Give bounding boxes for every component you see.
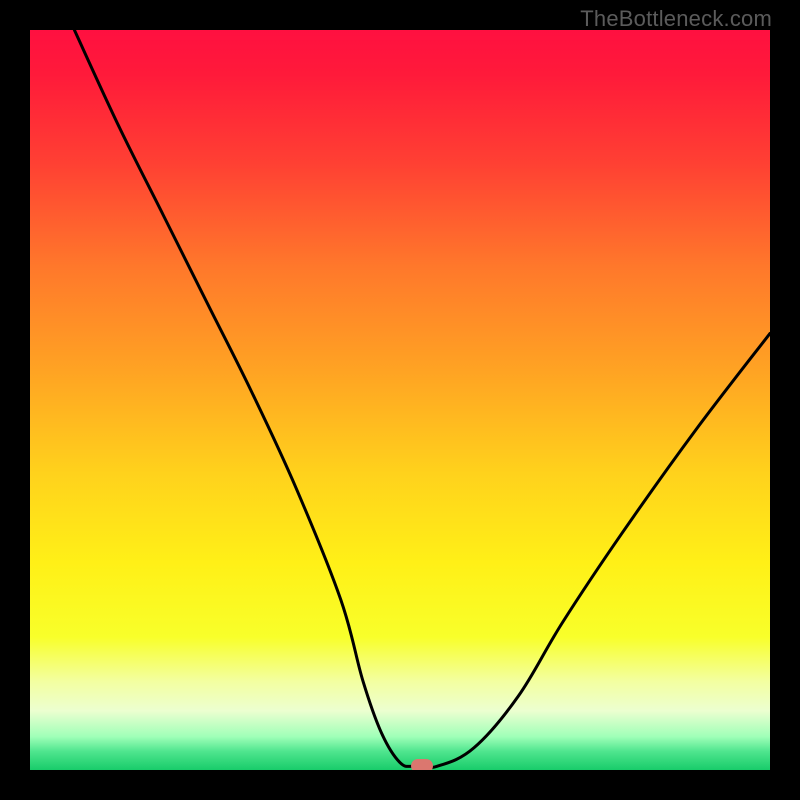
min-marker <box>411 759 433 770</box>
chart-frame: TheBottleneck.com <box>0 0 800 800</box>
curve-path <box>74 30 770 768</box>
curve-svg <box>30 30 770 770</box>
watermark-text: TheBottleneck.com <box>580 6 772 32</box>
plot-area <box>30 30 770 770</box>
